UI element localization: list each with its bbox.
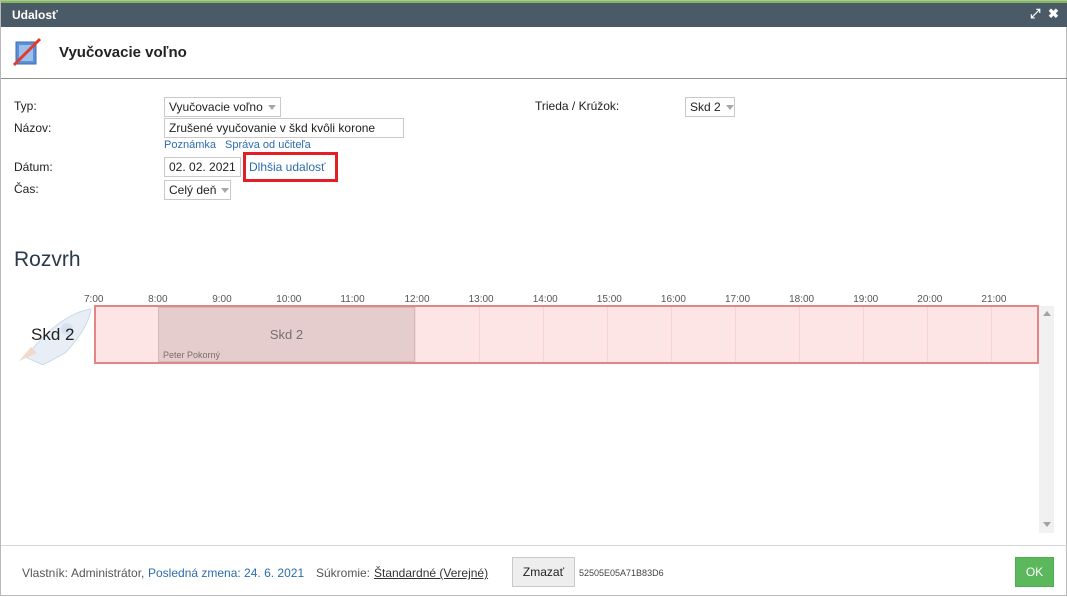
schedule-row-label: Skd 2 <box>31 325 75 344</box>
schedule-gridline <box>735 307 736 362</box>
last-change: Posledná zmena: 24. 6. 2021 <box>148 566 305 580</box>
schedule-gridline <box>799 307 800 362</box>
schedule-gridline <box>479 307 480 362</box>
timeline-hour-label: 7:00 <box>84 294 104 305</box>
lesson-teacher: Peter Pokorný <box>163 350 221 360</box>
class-label: Trieda / Krúžok: <box>535 99 620 113</box>
dialog-title: Udalosť <box>12 8 58 22</box>
time-select-value: Celý deň <box>169 183 217 197</box>
lesson-block[interactable]: Skd 2 Peter Pokorný <box>158 307 415 362</box>
date-input[interactable]: 02. 02. 2021 <box>164 157 241 177</box>
timeline-hour-label: 18:00 <box>789 294 815 305</box>
schedule-gridline <box>863 307 864 362</box>
scroll-down-icon[interactable] <box>1043 522 1051 527</box>
delete-button[interactable]: Zmazať <box>512 557 575 587</box>
type-select-value: Vyučovacie voľno <box>169 100 263 114</box>
owner-value: Administrátor, <box>71 566 145 580</box>
scroll-up-icon[interactable] <box>1043 311 1051 316</box>
dialog-titlebar: Udalosť ⤢ ✖ <box>1 1 1067 27</box>
ok-button[interactable]: OK <box>1015 557 1054 587</box>
timeline-hour-label: 21:00 <box>981 294 1007 305</box>
teacher-message-link[interactable]: Správa od učiteľa <box>225 139 311 151</box>
timeline-hour-label: 12:00 <box>404 294 430 305</box>
owner-label: Vlastník: <box>22 566 69 580</box>
timeline-hour-label: 20:00 <box>917 294 943 305</box>
event-dialog: Udalosť ⤢ ✖ Vyučovacie voľno Typ: Vyučov… <box>0 0 1067 596</box>
event-title: Vyučovacie voľno <box>59 44 187 61</box>
chevron-down-icon <box>221 188 230 194</box>
close-icon[interactable]: ✖ <box>1048 6 1059 22</box>
privacy-label: Súkromie: <box>316 566 371 580</box>
chevron-down-icon <box>267 105 276 111</box>
timeline-hour-label: 17:00 <box>725 294 751 305</box>
highlight-box <box>243 152 338 182</box>
timeline-hour-label: 11:00 <box>340 294 365 305</box>
chevron-down-icon <box>725 105 734 111</box>
timeline-hour-label: 13:00 <box>468 294 494 305</box>
type-select[interactable]: Vyučovacie voľno <box>164 97 281 117</box>
name-label: Názov: <box>14 121 52 135</box>
privacy-link[interactable]: Štandardné (Verejné) <box>374 566 488 580</box>
class-select-value: Skd 2 <box>690 100 721 114</box>
dialog-footer: Vlastník: Administrátor, Posledná zmena:… <box>1 545 1067 597</box>
timeline-hour-label: 16:00 <box>660 294 686 305</box>
date-label: Dátum: <box>14 160 53 174</box>
schedule-gridline <box>671 307 672 362</box>
schedule-scrollbar[interactable] <box>1039 306 1054 533</box>
timeline-hour-label: 19:00 <box>853 294 879 305</box>
timeline-hour-label: 8:00 <box>148 294 168 305</box>
time-label: Čas: <box>14 182 39 196</box>
timeline-hour-label: 9:00 <box>212 294 232 305</box>
lesson-title: Skd 2 <box>269 327 304 342</box>
schedule-gridline <box>543 307 544 362</box>
event-header: Vyučovacie voľno <box>1 27 1067 79</box>
schedule-gridline <box>607 307 608 362</box>
time-select[interactable]: Celý deň <box>164 180 231 200</box>
schedule-title: Rozvrh <box>14 248 81 271</box>
timeline-hour-label: 15:00 <box>596 294 622 305</box>
type-label: Typ: <box>14 99 37 113</box>
event-type-icon <box>13 37 41 67</box>
class-select[interactable]: Skd 2 <box>685 97 735 117</box>
name-input[interactable]: Zrušené vyučovanie v škd kvôli korone <box>164 118 404 138</box>
note-link[interactable]: Poznámka <box>164 139 216 151</box>
event-hash: 52505E05A71B83D6 <box>579 568 664 578</box>
schedule-gridline <box>991 307 992 362</box>
timeline-hour-label: 14:00 <box>532 294 558 305</box>
schedule-gridline <box>415 307 416 362</box>
timeline-hour-label: 10:00 <box>276 294 302 305</box>
maximize-icon[interactable]: ⤢ <box>1030 6 1040 22</box>
schedule-gridline <box>927 307 928 362</box>
